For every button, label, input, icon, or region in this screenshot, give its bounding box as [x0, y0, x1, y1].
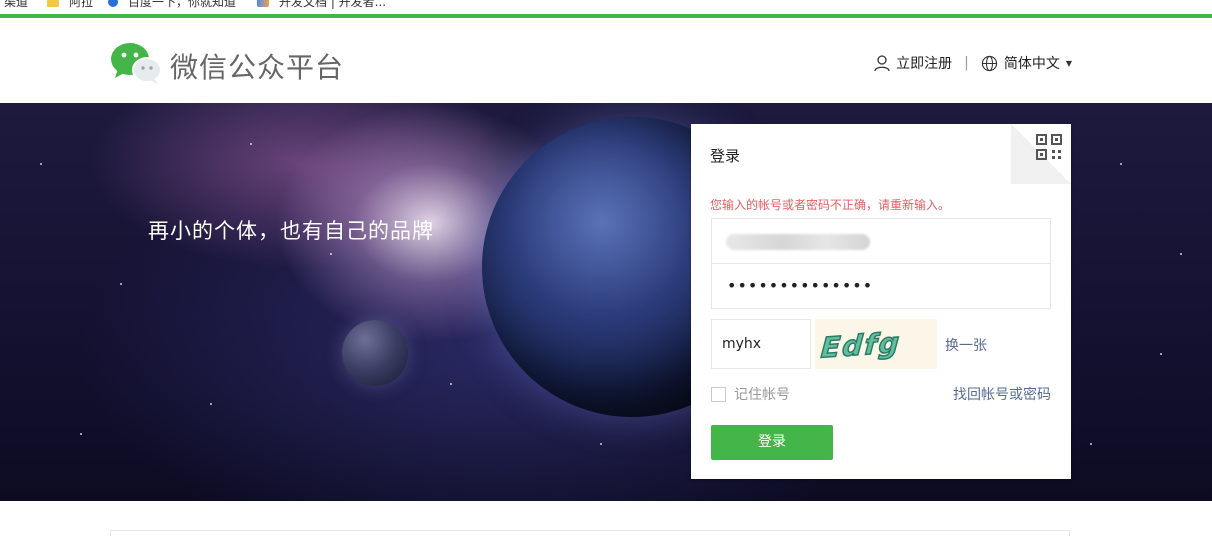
bookmark-label: 阿拉: [69, 0, 94, 9]
bookmark-item[interactable]: 百度一下，你就知道: [108, 0, 236, 10]
bookmark-item[interactable]: 阿拉: [47, 0, 93, 10]
forgot-password-link[interactable]: 找回帐号或密码: [953, 384, 1051, 404]
docs-icon: [257, 0, 269, 7]
login-panel: 登录 您输入的帐号或者密码不正确，请重新输入。 •••••••••••••• m…: [691, 124, 1071, 479]
account-value-redacted: [726, 234, 870, 250]
account-input[interactable]: [711, 218, 1051, 264]
wechat-logo-icon[interactable]: [110, 42, 162, 84]
baidu-icon: [108, 0, 118, 7]
folder-icon: [47, 0, 59, 7]
language-select[interactable]: 简体中文: [1004, 53, 1060, 73]
banner-slogan: 再小的个体，也有自己的品牌: [148, 219, 434, 243]
captcha-input[interactable]: myhx: [711, 319, 811, 369]
content-frame-edge: [110, 530, 1070, 536]
captcha-image[interactable]: Edfg: [815, 319, 937, 369]
brand-title[interactable]: 微信公众平台: [170, 46, 344, 86]
captcha-text: Edfg: [820, 326, 902, 364]
qr-code-icon[interactable]: [1036, 134, 1062, 160]
header-actions: 立即注册 | 简体中文 ▼: [873, 53, 1072, 73]
register-link[interactable]: 立即注册: [896, 53, 952, 73]
chevron-down-icon: ▼: [1065, 58, 1072, 68]
bookmark-label: 渠道: [4, 0, 29, 9]
password-input[interactable]: ••••••••••••••: [711, 263, 1051, 309]
bookmarks-bar: 渠道 阿拉 百度一下，你就知道 开发文档 | 开发者...: [0, 0, 1212, 18]
password-value: ••••••••••••••: [727, 276, 874, 295]
header-separator: |: [964, 55, 969, 71]
bookmark-item[interactable]: 开发文档 | 开发者...: [257, 0, 386, 10]
error-message: 您输入的帐号或者密码不正确，请重新输入。: [710, 198, 951, 212]
bookmark-item[interactable]: 渠道: [4, 0, 28, 10]
user-icon: [874, 55, 890, 72]
site-header: 微信公众平台 立即注册 | 简体中文 ▼: [0, 22, 1212, 103]
remember-label: 记住帐号: [734, 387, 790, 403]
remember-account[interactable]: 记住帐号: [711, 384, 790, 404]
remember-checkbox[interactable]: [711, 386, 726, 402]
moon-image: [342, 320, 408, 386]
bookmark-label: 百度一下，你就知道: [128, 0, 237, 9]
change-captcha-link[interactable]: 换一张: [945, 335, 987, 355]
bookmark-label: 开发文档 | 开发者...: [279, 0, 387, 9]
login-button[interactable]: 登录: [711, 425, 833, 460]
login-title: 登录: [710, 147, 741, 165]
globe-icon: [981, 55, 997, 71]
